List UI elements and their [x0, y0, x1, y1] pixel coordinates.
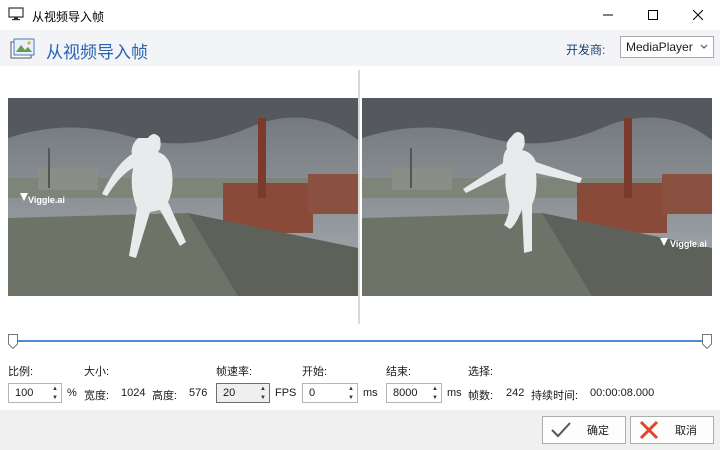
dialog-header: 从视频导入帧 开发商:	[0, 30, 720, 66]
down-arrow-icon[interactable]: ▼	[52, 395, 58, 401]
title-bar: 从视频导入帧	[0, 0, 720, 30]
end-value: 8000	[393, 387, 418, 399]
developer-label: 开发商:	[566, 43, 606, 57]
height-value: 576	[189, 387, 208, 399]
start-label: 开始:	[302, 366, 328, 378]
fps-value: 20	[223, 387, 236, 399]
width-value: 1024	[121, 387, 146, 399]
scale-value: 100	[15, 387, 34, 399]
preview-divider	[358, 70, 360, 324]
close-button[interactable]	[675, 0, 720, 30]
start-value: 0	[309, 387, 316, 399]
viggle-watermark: Viggle.ai	[670, 239, 707, 249]
down-arrow-icon[interactable]: ▼	[432, 395, 438, 401]
viggle-watermark: Viggle.ai	[28, 195, 65, 205]
fps-stepper[interactable]: 20 ▲ ▼	[216, 383, 270, 403]
film-frame-icon	[10, 38, 35, 59]
size-label: 大小:	[84, 366, 110, 378]
maximize-button[interactable]	[630, 0, 675, 30]
minimize-icon	[602, 14, 613, 16]
cancel-button[interactable]: 取消	[630, 416, 714, 444]
fps-unit: FPS	[275, 387, 297, 399]
slider-track	[12, 340, 708, 342]
start-frame-preview: Viggle.ai	[8, 98, 358, 296]
end-handle-icon[interactable]	[702, 334, 712, 349]
down-arrow-icon[interactable]: ▼	[260, 395, 266, 401]
end-label: 结束:	[386, 366, 412, 378]
check-icon	[551, 422, 571, 438]
fps-label: 帧速率:	[216, 366, 253, 378]
scale-stepper[interactable]: 100 ▲ ▼	[8, 383, 62, 403]
start-stepper[interactable]: 0 ▲ ▼	[302, 383, 358, 403]
developer-select-value: MediaPlayer	[626, 40, 693, 54]
video-preview-area: Viggle.ai Viggle.ai	[0, 66, 720, 330]
ok-button-label: 确定	[587, 425, 609, 437]
width-label: 宽度:	[84, 390, 110, 402]
chevron-down-icon	[700, 44, 708, 49]
scale-unit: %	[67, 387, 77, 399]
frame-range-slider[interactable]	[8, 334, 712, 350]
x-icon	[639, 420, 659, 440]
page-title: 从视频导入帧	[46, 43, 148, 62]
height-label: 高度:	[152, 390, 178, 402]
start-unit: ms	[363, 387, 378, 399]
end-unit: ms	[447, 387, 462, 399]
maximize-icon	[647, 10, 658, 20]
up-arrow-icon[interactable]: ▲	[260, 386, 266, 392]
up-arrow-icon[interactable]: ▲	[432, 386, 438, 392]
minimize-button[interactable]	[585, 0, 630, 30]
start-handle-icon[interactable]	[8, 334, 18, 349]
down-arrow-icon[interactable]: ▼	[348, 395, 354, 401]
duration-value: 00:00:08.000	[590, 387, 655, 399]
developer-select[interactable]: MediaPlayer	[620, 36, 714, 58]
end-frame-preview: Viggle.ai	[362, 98, 712, 296]
end-stepper[interactable]: 8000 ▲ ▼	[386, 383, 442, 403]
up-arrow-icon[interactable]: ▲	[348, 386, 354, 392]
close-icon	[692, 10, 703, 20]
ok-button[interactable]: 确定	[542, 416, 626, 444]
frames-label: 帧数:	[468, 390, 494, 402]
select-label: 选择:	[468, 366, 494, 378]
end-frame-image	[362, 98, 712, 296]
cancel-button-label: 取消	[675, 425, 697, 437]
scale-label: 比例:	[8, 366, 34, 378]
frames-value: 242	[506, 387, 525, 399]
up-arrow-icon[interactable]: ▲	[52, 386, 58, 392]
monitor-icon	[8, 7, 24, 21]
duration-label: 持续时间:	[531, 390, 579, 402]
window-title: 从视频导入帧	[32, 10, 105, 24]
